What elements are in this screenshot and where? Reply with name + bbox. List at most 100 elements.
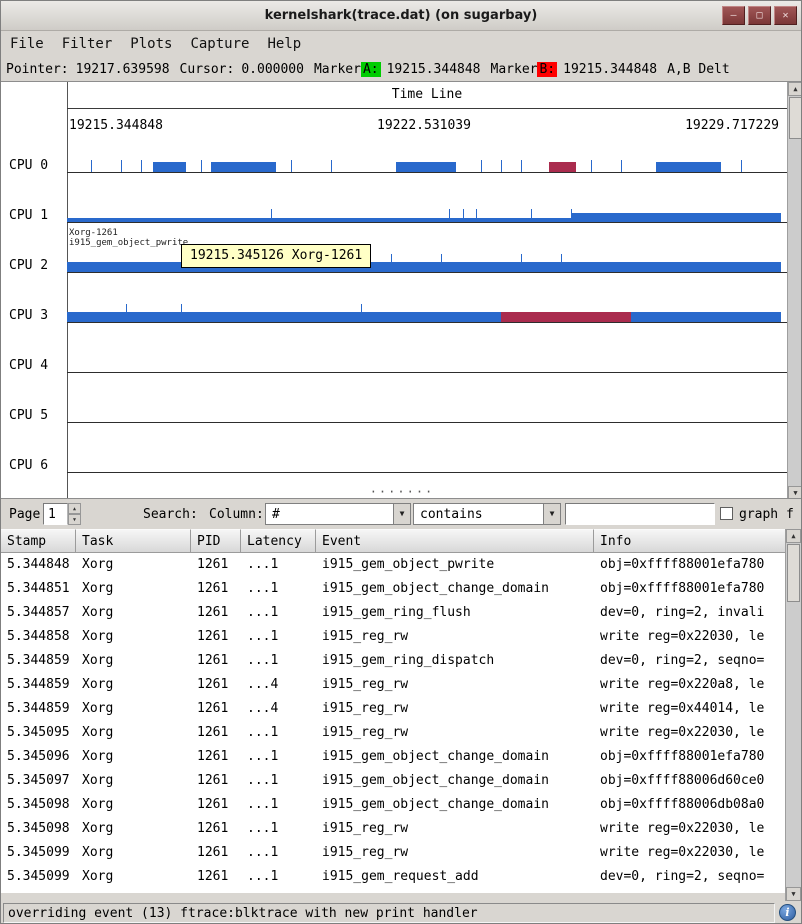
event-tick[interactable]	[561, 254, 562, 262]
table-row[interactable]: 5.345096Xorg1261...1i915_gem_object_chan…	[1, 745, 787, 769]
event-tick[interactable]	[463, 209, 464, 218]
column-label: Column:	[209, 507, 264, 522]
scroll-down-icon[interactable]: ▼	[786, 887, 801, 901]
event-tick[interactable]	[449, 209, 450, 218]
column-header-task[interactable]: Task	[76, 529, 191, 553]
event-tick[interactable]	[441, 254, 442, 262]
event-tick[interactable]	[621, 160, 622, 172]
event-tick[interactable]	[126, 304, 127, 312]
cell-latency: ...1	[241, 601, 316, 625]
column-header-info[interactable]: Info	[594, 529, 787, 553]
task-bar[interactable]	[396, 162, 456, 172]
task-bar[interactable]	[571, 213, 781, 222]
event-tick[interactable]	[571, 209, 572, 218]
scroll-up-icon[interactable]: ▲	[786, 529, 801, 543]
table-row[interactable]: 5.345099Xorg1261...1i915_reg_rwwrite reg…	[1, 841, 787, 865]
table-scrollbar[interactable]: ▲ ▼	[785, 529, 801, 901]
event-tick[interactable]	[391, 254, 392, 262]
marker-b-value: 19215.344848	[563, 62, 657, 77]
task-bar[interactable]	[153, 162, 186, 172]
column-header-pid[interactable]: PID	[191, 529, 241, 553]
table-scrollbar-thumb[interactable]	[787, 544, 800, 602]
search-label: Search:	[143, 507, 198, 522]
table-row[interactable]: 5.345099Xorg1261...1i915_gem_request_add…	[1, 865, 787, 889]
event-tick[interactable]	[476, 209, 477, 218]
marker-b-badge: B:	[537, 62, 557, 77]
table-row[interactable]: 5.345098Xorg1261...1i915_reg_rwwrite reg…	[1, 817, 787, 841]
event-tick[interactable]	[141, 160, 142, 172]
table-header: StampTaskPIDLatencyEventInfo	[1, 529, 787, 553]
table-row[interactable]: 5.344859Xorg1261...4i915_reg_rwwrite reg…	[1, 673, 787, 697]
table-row[interactable]: 5.345098Xorg1261...1i915_gem_object_chan…	[1, 793, 787, 817]
graph-area[interactable]: Time Line 19215.344848 19222.531039 1922…	[1, 81, 802, 499]
menu-capture[interactable]: Capture	[181, 33, 258, 55]
column-header-latency[interactable]: Latency	[241, 529, 316, 553]
cell-pid: 1261	[191, 625, 241, 649]
task-bar[interactable]	[656, 162, 721, 172]
cpu-row: CPU 1	[1, 192, 787, 242]
cursor-value: 0.000000	[241, 62, 304, 77]
event-tick[interactable]	[501, 160, 502, 172]
menu-plots[interactable]: Plots	[121, 33, 181, 55]
scroll-up-icon[interactable]: ▲	[788, 82, 802, 96]
column-header-stamp[interactable]: Stamp	[1, 529, 76, 553]
event-tick[interactable]	[361, 304, 362, 312]
page-value[interactable]: 1	[43, 503, 68, 525]
event-tick[interactable]	[181, 304, 182, 312]
task-bar[interactable]	[549, 162, 576, 172]
cell-event: i915_gem_ring_flush	[316, 601, 594, 625]
event-tick[interactable]	[331, 160, 332, 172]
table-row[interactable]: 5.344858Xorg1261...1i915_reg_rwwrite reg…	[1, 625, 787, 649]
page-spinner[interactable]: 1 ▲ ▼	[43, 503, 81, 525]
column-header-event[interactable]: Event	[316, 529, 594, 553]
menu-filter[interactable]: Filter	[53, 33, 122, 55]
event-tick[interactable]	[481, 160, 482, 172]
event-tick[interactable]	[121, 160, 122, 172]
graph-scrollbar-thumb[interactable]	[789, 97, 802, 139]
table-row[interactable]: 5.344848Xorg1261...1i915_gem_object_pwri…	[1, 553, 787, 577]
status-bar: overriding event (13) ftrace:blktrace wi…	[1, 901, 801, 924]
close-button[interactable]: ✕	[774, 6, 797, 25]
table-row[interactable]: 5.344851Xorg1261...1i915_gem_object_chan…	[1, 577, 787, 601]
task-bar[interactable]	[211, 162, 276, 172]
match-select[interactable]: contains ▼	[413, 503, 561, 525]
table-row[interactable]: 5.344859Xorg1261...1i915_gem_ring_dispat…	[1, 649, 787, 673]
task-bar[interactable]	[67, 312, 781, 322]
task-bar[interactable]	[501, 312, 631, 322]
event-tick[interactable]	[91, 160, 92, 172]
menu-help[interactable]: Help	[258, 33, 310, 55]
minimize-button[interactable]: —	[722, 6, 745, 25]
search-input[interactable]	[565, 503, 715, 525]
table-row[interactable]: 5.344857Xorg1261...1i915_gem_ring_flushd…	[1, 601, 787, 625]
table-row[interactable]: 5.345097Xorg1261...1i915_gem_object_chan…	[1, 769, 787, 793]
column-select[interactable]: # ▼	[265, 503, 411, 525]
cell-stamp: 5.345095	[1, 721, 76, 745]
maximize-button[interactable]: □	[748, 6, 771, 25]
table-row[interactable]: 5.345095Xorg1261...1i915_reg_rwwrite reg…	[1, 721, 787, 745]
task-bar[interactable]	[67, 262, 781, 272]
cell-latency: ...1	[241, 769, 316, 793]
scroll-down-icon[interactable]: ▼	[788, 486, 802, 499]
event-tick[interactable]	[531, 209, 532, 218]
maximize-icon: □	[756, 10, 762, 21]
graph-follows-checkbox[interactable]	[720, 507, 733, 520]
table-row[interactable]: 5.344859Xorg1261...4i915_reg_rwwrite reg…	[1, 697, 787, 721]
info-icon[interactable]: i	[779, 904, 796, 921]
graph-scrollbar[interactable]: ▲ ▼	[787, 82, 802, 499]
event-tick[interactable]	[741, 160, 742, 172]
event-tick[interactable]	[201, 160, 202, 172]
cpu-label: CPU 3	[9, 308, 48, 323]
cell-stamp: 5.345099	[1, 865, 76, 889]
titlebar[interactable]: kernelshark(trace.dat) (on sugarbay) — □…	[1, 1, 801, 31]
event-tick[interactable]	[291, 160, 292, 172]
event-tick[interactable]	[591, 160, 592, 172]
cell-latency: ...4	[241, 673, 316, 697]
pane-handle[interactable]: ·······	[351, 487, 453, 497]
event-tick[interactable]	[271, 209, 272, 218]
event-tick[interactable]	[521, 160, 522, 172]
spinner-down-icon[interactable]: ▼	[68, 514, 81, 525]
event-tick[interactable]	[521, 254, 522, 262]
cell-event: i915_reg_rw	[316, 673, 594, 697]
spinner-up-icon[interactable]: ▲	[68, 503, 81, 514]
menu-file[interactable]: File	[1, 33, 53, 55]
